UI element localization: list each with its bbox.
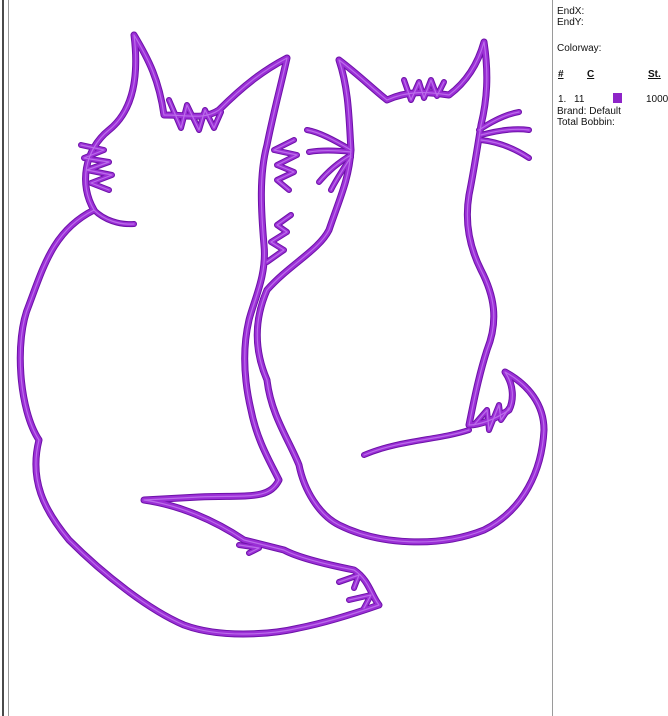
thread-color-swatch (613, 93, 622, 103)
two-cats-outline-icon (16, 31, 548, 638)
embroidery-preview-canvas (9, 0, 552, 716)
row-number: 1. (558, 94, 567, 105)
colorway-label: Colorway: (557, 43, 602, 54)
col-header-stitches: St. (648, 69, 661, 80)
row-color-code: 11 (574, 94, 585, 105)
col-header-color: C (587, 69, 595, 80)
row-stitch-count: 1000 (646, 94, 668, 105)
panel-divider (552, 0, 553, 716)
design-info-panel: EndX: EndY: Colorway: # C St. 1. 11 1000… (557, 0, 668, 716)
total-bobbin-label: Total Bobbin: (557, 117, 615, 128)
endy-label: EndY: (557, 17, 584, 28)
endx-label: EndX: (557, 6, 585, 17)
col-header-number: # (558, 69, 564, 80)
left-scroll-rail[interactable] (0, 0, 9, 716)
brand-label: Brand: Default (557, 106, 621, 117)
